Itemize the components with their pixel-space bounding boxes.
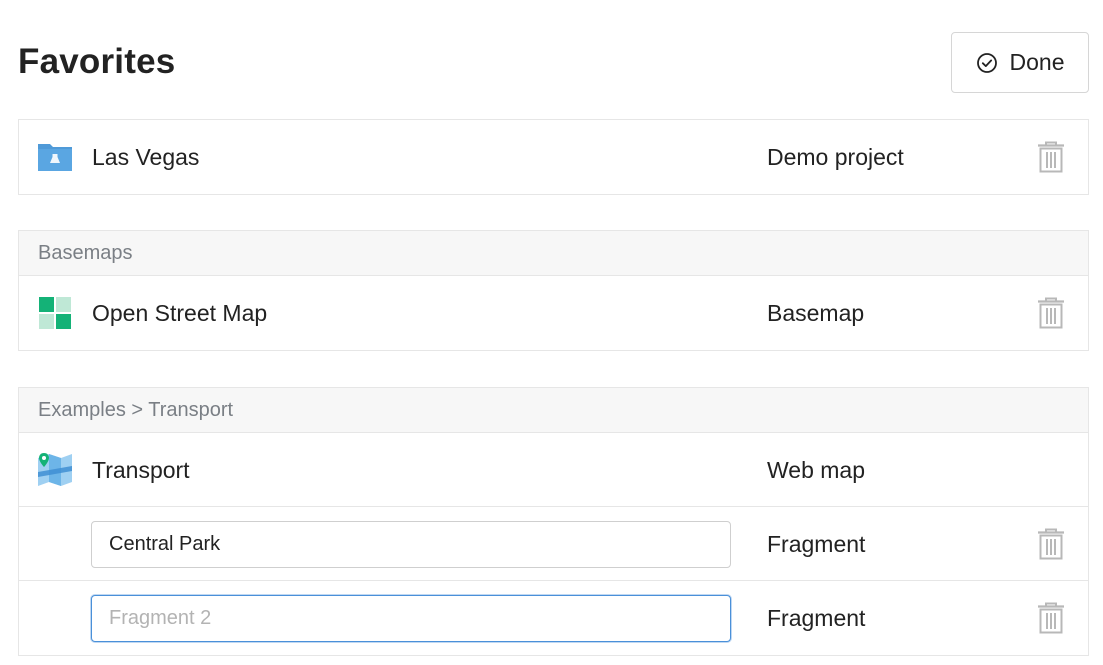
web-map-icon xyxy=(37,452,73,488)
list-item[interactable]: Transport Web map xyxy=(19,433,1088,507)
group-header: Examples > Transport xyxy=(19,388,1088,433)
favorite-type: Basemap xyxy=(767,300,865,326)
group-header: Basemaps xyxy=(19,231,1088,276)
done-button-label: Done xyxy=(1009,49,1065,75)
list-item: Fragment xyxy=(19,581,1088,655)
favorite-name: Las Vegas xyxy=(92,144,200,170)
favorites-group-basemaps: Basemaps Open Street Map Basemap xyxy=(18,230,1089,351)
favorite-type: Demo project xyxy=(767,144,904,170)
trash-icon[interactable] xyxy=(1037,141,1065,173)
trash-icon[interactable] xyxy=(1037,528,1065,560)
favorite-type: Web map xyxy=(767,457,866,483)
page-title: Favorites xyxy=(18,42,176,81)
favorite-name: Transport xyxy=(92,457,190,483)
list-item[interactable]: Open Street Map Basemap xyxy=(19,276,1088,350)
favorite-type: Fragment xyxy=(767,605,866,631)
favorites-group-projects: Las Vegas Demo project xyxy=(18,119,1089,195)
fragment-name-input[interactable] xyxy=(91,521,731,568)
favorite-name: Open Street Map xyxy=(92,300,268,326)
list-item: Fragment xyxy=(19,507,1088,581)
trash-icon[interactable] xyxy=(1037,297,1065,329)
check-circle-icon xyxy=(976,52,998,74)
favorites-group-transport: Examples > Transport Transport Web map F… xyxy=(18,387,1089,656)
trash-icon[interactable] xyxy=(1037,602,1065,634)
fragment-name-input[interactable] xyxy=(91,595,731,642)
favorite-type: Fragment xyxy=(767,531,866,557)
basemap-icon xyxy=(37,295,73,331)
project-folder-icon xyxy=(37,139,73,175)
done-button[interactable]: Done xyxy=(951,32,1089,93)
list-item[interactable]: Las Vegas Demo project xyxy=(19,120,1088,194)
